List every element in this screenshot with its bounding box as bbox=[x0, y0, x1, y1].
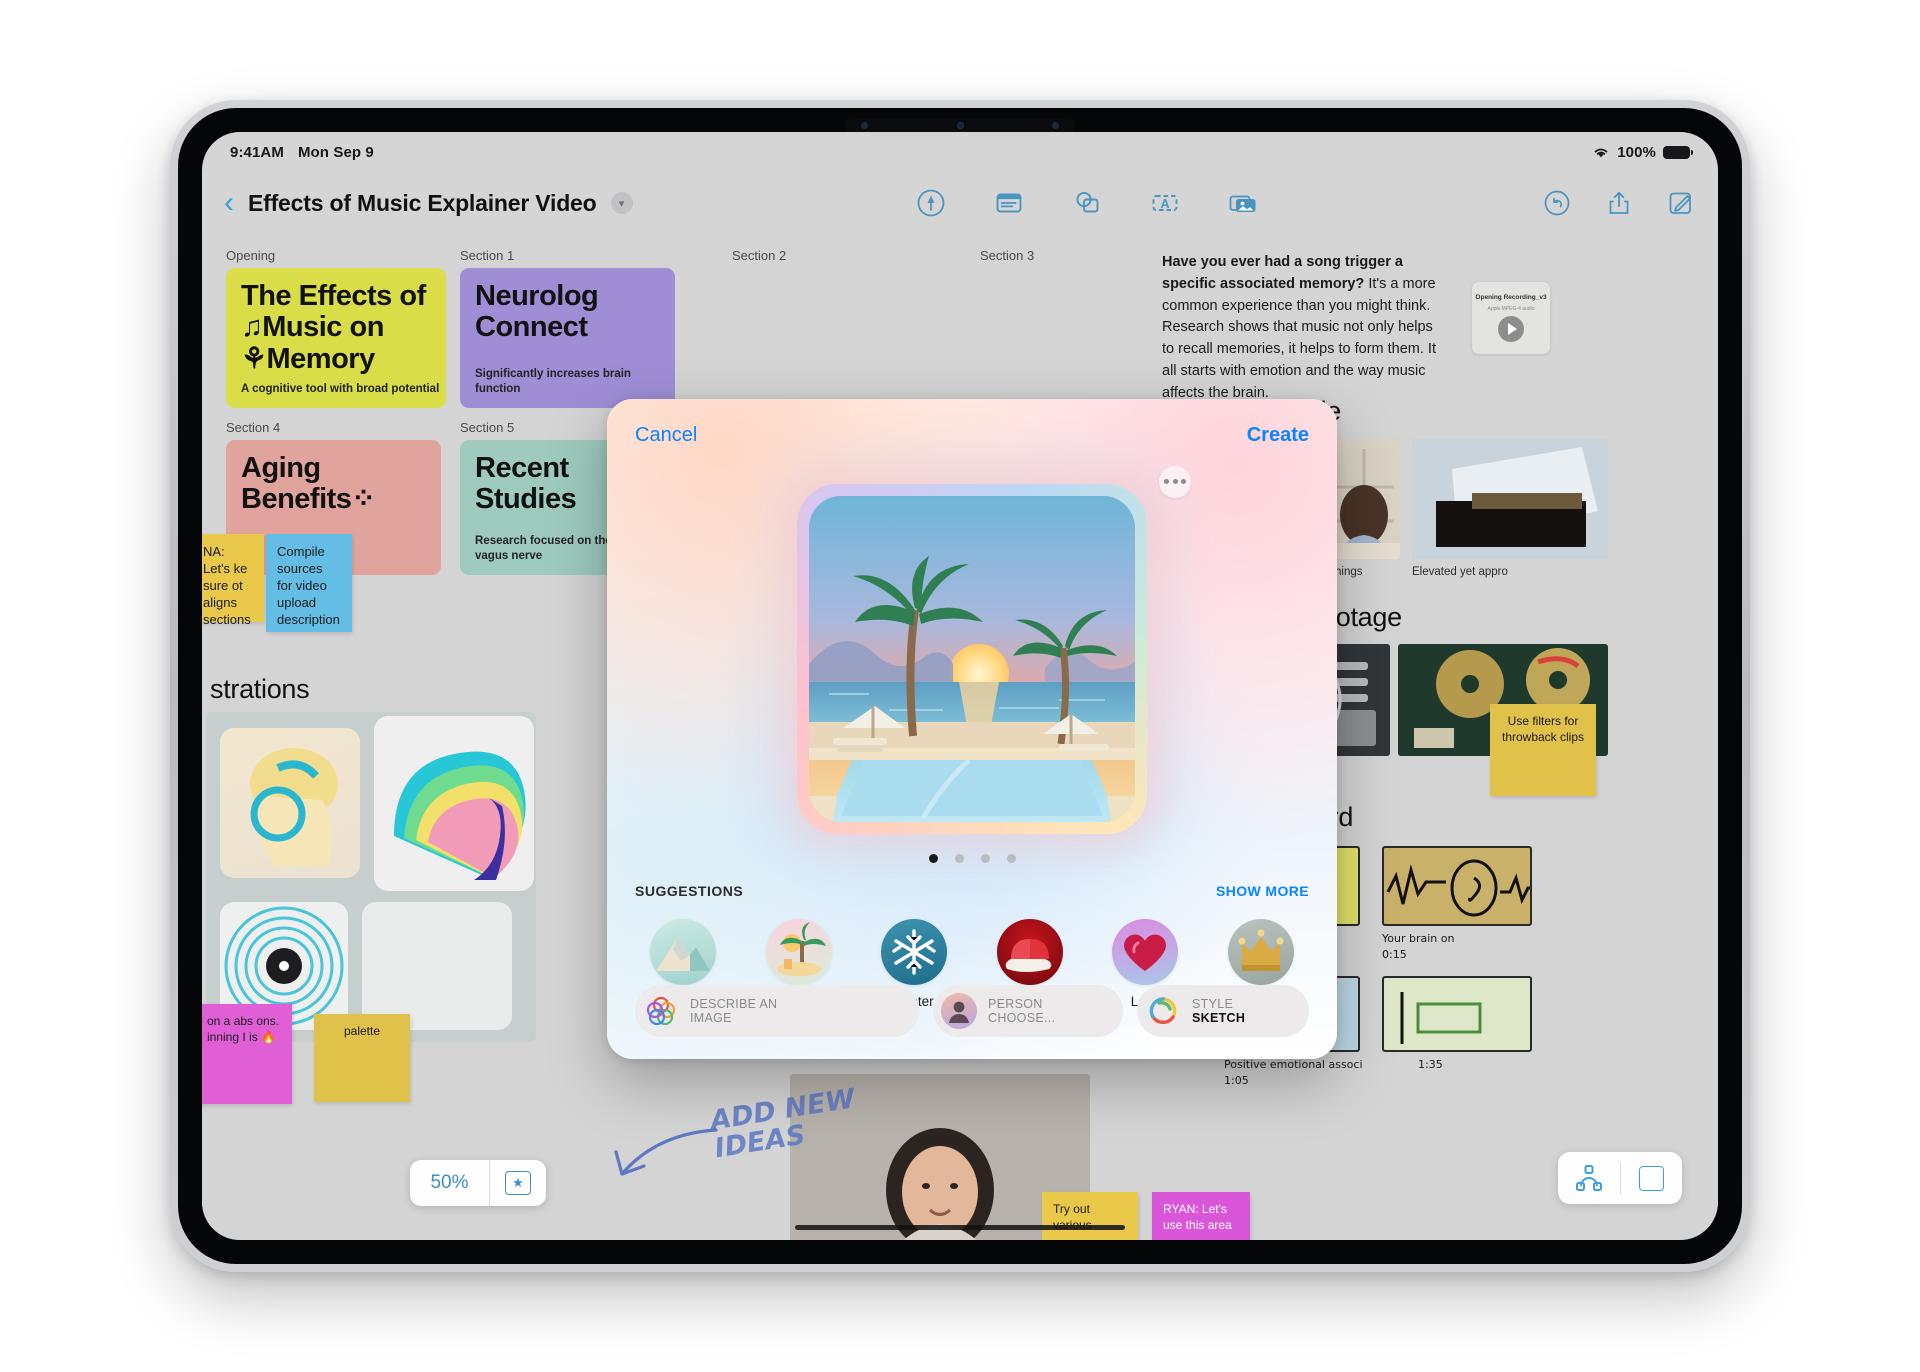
front-camera-housing bbox=[845, 118, 1075, 132]
crown-icon bbox=[1227, 919, 1294, 985]
cancel-button[interactable]: Cancel bbox=[635, 424, 697, 447]
create-button[interactable]: Create bbox=[1247, 424, 1309, 447]
chip-key: PERSON bbox=[988, 996, 1043, 1011]
baseball-cap-icon bbox=[996, 919, 1063, 985]
spirograph-icon bbox=[643, 993, 679, 1029]
prompt-chips-row: DESCRIBE AN IMAGE PERSON CHOOSE... STYLE… bbox=[635, 985, 1309, 1037]
chevron-down-icon[interactable]: ▾ bbox=[610, 192, 633, 214]
chip-text: DESCRIBE AN IMAGE bbox=[690, 997, 777, 1026]
mountains-icon bbox=[650, 919, 716, 985]
chip-text: STYLE SKETCH bbox=[1192, 997, 1245, 1026]
status-bar: 9:41AM Mon Sep 9 100% bbox=[202, 132, 1718, 172]
page-dot-1[interactable] bbox=[928, 854, 938, 863]
dot bbox=[1172, 479, 1178, 484]
chip-value: IMAGE bbox=[690, 1011, 732, 1025]
chip-key: STYLE bbox=[1192, 996, 1234, 1011]
compose-pencil-square-icon[interactable] bbox=[1666, 188, 1696, 218]
whiteboard-canvas[interactable]: Opening Section 1 Section 2 Section 3 Se… bbox=[202, 234, 1718, 1240]
device-bezel: 9:41AM Mon Sep 9 100% ‹ Effects of Music… bbox=[178, 108, 1742, 1264]
chip-key: DESCRIBE AN bbox=[690, 996, 778, 1011]
status-bar-left: 9:41AM Mon Sep 9 bbox=[230, 144, 374, 161]
suggestions-header: SUGGESTIONS SHOW MORE bbox=[635, 883, 1309, 899]
style-selector[interactable]: STYLE SKETCH bbox=[1137, 985, 1309, 1037]
document-title[interactable]: Effects of Music Explainer Video bbox=[248, 190, 597, 217]
heart-icon bbox=[1112, 919, 1179, 985]
chevron-left-icon[interactable]: ‹ bbox=[224, 188, 234, 218]
person-chooser[interactable]: PERSON CHOOSE... bbox=[933, 985, 1123, 1037]
page-dot-2[interactable] bbox=[954, 854, 964, 863]
status-date: Mon Sep 9 bbox=[297, 143, 374, 161]
ipad-device-frame: 9:41AM Mon Sep 9 100% ‹ Effects of Music… bbox=[170, 100, 1750, 1272]
sensor-dot-right bbox=[1052, 121, 1059, 129]
preview-halo bbox=[797, 465, 1191, 834]
undo-circle-icon[interactable] bbox=[1542, 188, 1572, 218]
ellipsis-circle-icon[interactable] bbox=[1159, 465, 1191, 498]
chip-value: SKETCH bbox=[1192, 1011, 1246, 1025]
ipad-screen: 9:41AM Mon Sep 9 100% ‹ Effects of Music… bbox=[202, 132, 1718, 1240]
status-time: 9:41AM bbox=[230, 143, 284, 161]
battery-percent: 100% bbox=[1617, 143, 1656, 161]
wifi-icon bbox=[1594, 148, 1608, 158]
share-up-arrow-icon[interactable] bbox=[1604, 188, 1634, 218]
dot bbox=[1164, 479, 1169, 484]
page-dot-3[interactable] bbox=[980, 854, 990, 863]
status-bar-right: 100% bbox=[1592, 143, 1693, 161]
image-playground-dialog: Cancel Create SUGGESTIONS SHOW MORE DESC… bbox=[607, 399, 1337, 1059]
show-more-button[interactable]: SHOW MORE bbox=[1216, 883, 1309, 899]
toolbar-tools-group: A bbox=[633, 187, 1543, 219]
toolbar-left-group: ‹ Effects of Music Explainer Video ▾ bbox=[224, 188, 633, 218]
app-toolbar: ‹ Effects of Music Explainer Video ▾ A bbox=[202, 172, 1718, 234]
image-preview-area bbox=[607, 461, 1337, 856]
chip-text: PERSON CHOOSE... bbox=[988, 997, 1055, 1026]
svg-text:A: A bbox=[1161, 197, 1170, 211]
toolbar-actions-group bbox=[1542, 188, 1696, 218]
winter-snowflake-icon bbox=[881, 919, 948, 985]
front-camera-icon bbox=[956, 121, 964, 129]
battery-icon bbox=[1663, 145, 1693, 159]
carousel-page-dots[interactable] bbox=[607, 854, 1337, 863]
color-wheel-icon bbox=[1145, 993, 1181, 1029]
person-avatar-icon bbox=[941, 993, 977, 1029]
sensor-dot-left bbox=[861, 121, 868, 129]
shapes-icon[interactable] bbox=[1071, 187, 1103, 219]
pen-in-circle-icon[interactable] bbox=[915, 187, 947, 219]
photo-stack-icon[interactable] bbox=[1227, 187, 1259, 219]
text-box-a-icon[interactable]: A bbox=[1149, 187, 1181, 219]
dot bbox=[1181, 479, 1186, 484]
text-note-icon[interactable] bbox=[993, 187, 1025, 219]
beach-icon bbox=[765, 919, 832, 985]
chip-value: CHOOSE... bbox=[988, 1011, 1056, 1025]
generated-image-preview[interactable] bbox=[809, 495, 1135, 822]
describe-an-image-input[interactable]: DESCRIBE AN IMAGE bbox=[635, 985, 919, 1037]
suggestions-title: SUGGESTIONS bbox=[635, 883, 744, 899]
page-dot-4[interactable] bbox=[1006, 854, 1016, 863]
